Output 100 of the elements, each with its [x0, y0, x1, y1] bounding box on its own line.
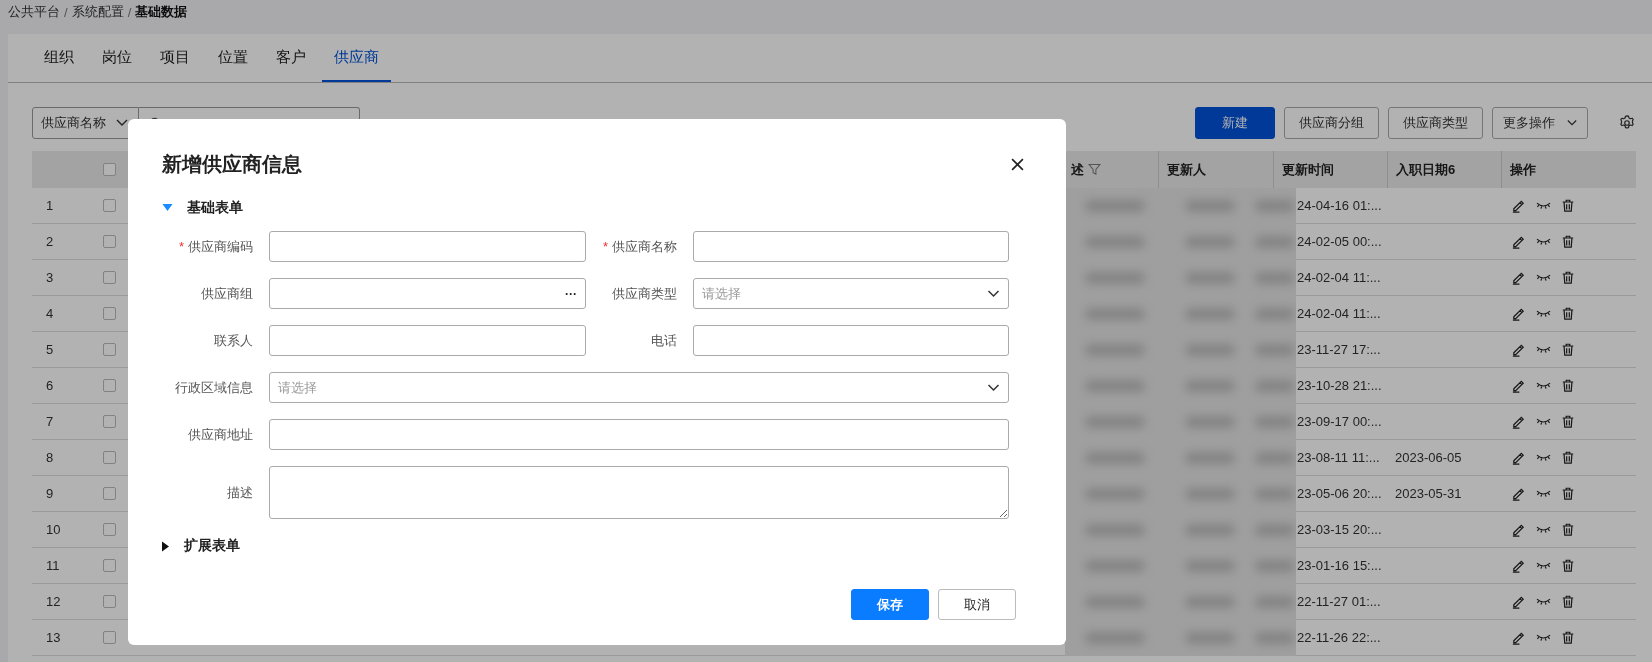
toolbar-button[interactable]: 供应商类型 — [1388, 107, 1483, 139]
checkbox[interactable] — [102, 451, 116, 464]
tab[interactable]: 组织 — [32, 34, 86, 82]
save-button[interactable]: 保存 — [851, 589, 929, 620]
closed-eye-icon[interactable] — [1536, 596, 1551, 607]
checkbox[interactable] — [102, 595, 116, 608]
closed-eye-icon[interactable] — [1536, 488, 1551, 499]
trash-icon[interactable] — [1561, 198, 1575, 213]
chevron-down-icon — [1567, 119, 1577, 127]
checkbox[interactable] — [102, 343, 116, 356]
trash-icon[interactable] — [1561, 558, 1575, 573]
pencil-icon[interactable] — [1511, 594, 1526, 609]
chevron-down-icon — [116, 119, 128, 127]
closed-eye-icon[interactable] — [1536, 416, 1551, 427]
close-icon[interactable] — [1011, 157, 1024, 171]
closed-eye-icon[interactable] — [1536, 200, 1551, 211]
checkbox[interactable] — [102, 379, 116, 392]
pencil-icon[interactable] — [1511, 198, 1526, 213]
row-number: 11 — [46, 558, 60, 573]
input-field[interactable] — [693, 325, 1009, 356]
checkbox[interactable] — [102, 523, 116, 536]
input-field[interactable] — [269, 325, 586, 356]
pencil-icon[interactable] — [1511, 630, 1526, 645]
closed-eye-icon[interactable] — [1536, 344, 1551, 355]
input-field[interactable] — [269, 419, 1009, 450]
pencil-icon[interactable] — [1511, 522, 1526, 537]
checkbox[interactable] — [102, 307, 116, 320]
pencil-icon[interactable] — [1511, 558, 1526, 573]
chevron-down-icon — [987, 289, 1000, 298]
toolbar-button[interactable]: 供应商分组 — [1284, 107, 1379, 139]
field-label: 描述 — [227, 483, 253, 502]
tab[interactable]: 客户 — [264, 34, 318, 82]
trash-icon[interactable] — [1561, 522, 1575, 537]
closed-eye-icon[interactable] — [1536, 236, 1551, 247]
tab[interactable]: 项目 — [148, 34, 202, 82]
table-cell: 24-02-05 00:... — [1297, 234, 1382, 249]
trash-icon[interactable] — [1561, 342, 1575, 357]
table-cell: 23-03-15 20:... — [1297, 522, 1382, 537]
filter-icon[interactable] — [1088, 163, 1101, 176]
textarea-field[interactable] — [269, 466, 1009, 519]
collapsed-caret-icon[interactable] — [162, 540, 170, 552]
column-header: 更新人 — [1167, 160, 1206, 179]
closed-eye-icon[interactable] — [1536, 632, 1551, 643]
expanded-caret-icon[interactable] — [162, 204, 173, 212]
trash-icon[interactable] — [1561, 450, 1575, 465]
tab[interactable]: 供应商 — [322, 34, 391, 82]
closed-eye-icon[interactable] — [1536, 308, 1551, 319]
pencil-icon[interactable] — [1511, 486, 1526, 501]
trash-icon[interactable] — [1561, 306, 1575, 321]
toolbar-button[interactable]: 新建 — [1195, 107, 1275, 139]
input-field[interactable] — [269, 231, 586, 262]
checkbox[interactable] — [102, 559, 116, 572]
checkbox[interactable] — [102, 235, 116, 248]
row-number: 12 — [46, 594, 61, 609]
checkbox[interactable] — [102, 631, 116, 644]
dialog-title: 新增供应商信息 — [162, 151, 302, 177]
input-field[interactable] — [693, 231, 1009, 262]
pencil-icon[interactable] — [1511, 378, 1526, 393]
breadcrumb-item[interactable]: 公共平台 — [8, 3, 60, 21]
pencil-icon[interactable] — [1511, 306, 1526, 321]
table-cell: 23-05-06 20:... — [1297, 486, 1382, 501]
trash-icon[interactable] — [1561, 630, 1575, 645]
table-cell: 23-10-28 21:... — [1297, 378, 1382, 393]
pencil-icon[interactable] — [1511, 414, 1526, 429]
closed-eye-icon[interactable] — [1536, 272, 1551, 283]
breadcrumb-separator: / — [127, 4, 132, 20]
table-cell: 2023-06-05 — [1395, 450, 1462, 465]
pencil-icon[interactable] — [1511, 270, 1526, 285]
pencil-icon[interactable] — [1511, 342, 1526, 357]
trash-icon[interactable] — [1561, 378, 1575, 393]
table-cell: 23-01-16 15:... — [1297, 558, 1382, 573]
section-title[interactable]: 扩展表单 — [184, 537, 240, 555]
trash-icon[interactable] — [1561, 414, 1575, 429]
closed-eye-icon[interactable] — [1536, 380, 1551, 391]
checkbox[interactable] — [102, 415, 116, 428]
field-label: 供应商类型 — [612, 284, 677, 303]
closed-eye-icon[interactable] — [1536, 560, 1551, 571]
table-cell: 23-11-27 17:... — [1297, 342, 1381, 357]
checkbox[interactable] — [102, 199, 116, 212]
row-number: 5 — [46, 342, 54, 357]
closed-eye-icon[interactable] — [1536, 452, 1551, 463]
tab[interactable]: 位置 — [206, 34, 260, 82]
field-label: 联系人 — [214, 331, 253, 350]
toolbar-button[interactable]: 更多操作 — [1492, 107, 1588, 139]
pencil-icon[interactable] — [1511, 450, 1526, 465]
pencil-icon[interactable] — [1511, 234, 1526, 249]
picker-field[interactable]: ··· — [269, 278, 586, 309]
checkbox[interactable] — [102, 487, 116, 500]
breadcrumb-item[interactable]: 系统配置 — [71, 3, 124, 21]
section-title[interactable]: 基础表单 — [187, 199, 243, 217]
trash-icon[interactable] — [1561, 594, 1575, 609]
checkbox[interactable] — [102, 271, 116, 284]
trash-icon[interactable] — [1561, 486, 1575, 501]
required-mark: * — [602, 239, 608, 254]
trash-icon[interactable] — [1561, 234, 1575, 249]
checkbox[interactable] — [102, 163, 116, 176]
tab[interactable]: 岗位 — [90, 34, 144, 82]
cancel-button[interactable]: 取消 — [938, 589, 1016, 620]
trash-icon[interactable] — [1561, 270, 1575, 285]
closed-eye-icon[interactable] — [1536, 524, 1551, 535]
